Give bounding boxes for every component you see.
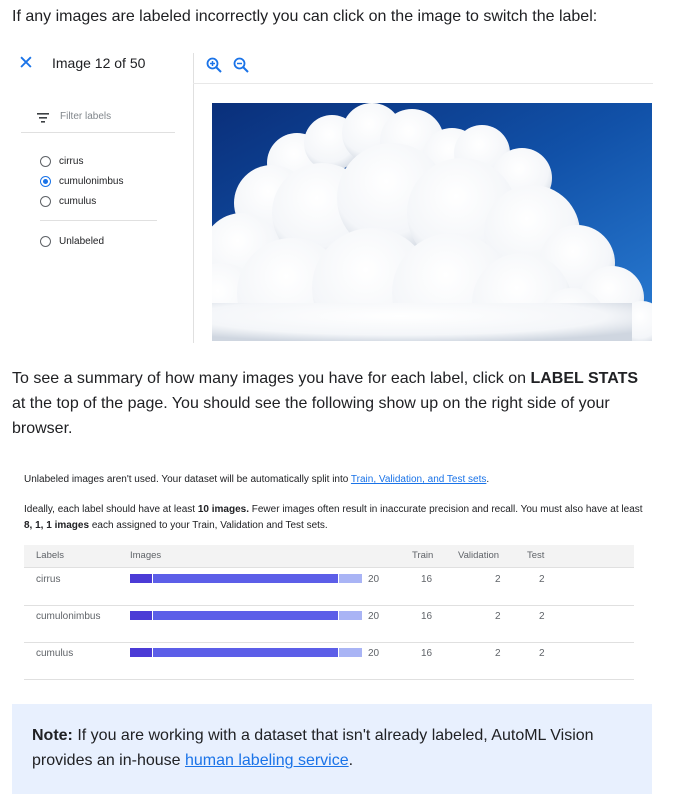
train-count: 16 bbox=[421, 648, 433, 659]
bar-segment-train bbox=[153, 574, 338, 583]
images-count: 20 bbox=[368, 611, 380, 622]
radio-unchecked[interactable] bbox=[40, 235, 51, 247]
train-count: 16 bbox=[421, 611, 433, 622]
note-body-end: . bbox=[348, 752, 354, 769]
stats-bold: 10 images. bbox=[197, 504, 249, 515]
radio-unchecked[interactable] bbox=[40, 195, 51, 207]
note-box: Note: If you are working with a dataset … bbox=[12, 704, 652, 794]
zoom-in-icon[interactable] bbox=[205, 56, 223, 74]
stats-text: Unlabeled images aren't used. Your datas… bbox=[24, 474, 351, 485]
human-labeling-link[interactable]: human labeling service bbox=[185, 752, 349, 769]
bar-segment-train-dark bbox=[130, 648, 152, 657]
split-sets-link[interactable]: Train, Validation, and Test sets bbox=[351, 474, 486, 485]
filter-icon bbox=[37, 113, 49, 123]
cloud-image[interactable] bbox=[212, 103, 652, 341]
stats-table-header: Labels Images Train Validation Test bbox=[24, 545, 634, 568]
validation-count: 2 bbox=[495, 648, 501, 659]
bar-segment-rest bbox=[339, 611, 362, 620]
row-label: cumulonimbus bbox=[36, 611, 101, 622]
label-option-unlabeled[interactable]: Unlabeled bbox=[40, 234, 104, 248]
col-train: Train bbox=[412, 550, 434, 561]
bar-segment-train-dark bbox=[130, 574, 152, 583]
images-count: 20 bbox=[368, 648, 380, 659]
test-count: 2 bbox=[539, 611, 545, 622]
test-count: 2 bbox=[539, 574, 545, 585]
stats-text: Fewer images often result in inaccurate … bbox=[248, 504, 643, 515]
radio-unchecked[interactable] bbox=[40, 155, 51, 167]
zoom-out-icon[interactable] bbox=[232, 56, 250, 74]
summary-text: at the top of the page. You should see t… bbox=[12, 395, 610, 437]
label-divider bbox=[40, 220, 157, 221]
note-label: Note: bbox=[32, 727, 73, 744]
toolbar-divider bbox=[193, 83, 653, 84]
col-labels: Labels bbox=[36, 550, 64, 561]
stats-bold: 8, 1, 1 images bbox=[24, 520, 90, 531]
close-icon[interactable]: ✕ bbox=[16, 54, 36, 74]
radio-checked[interactable] bbox=[40, 175, 51, 187]
bar-segment-train bbox=[153, 648, 338, 657]
stats-text: each assigned to your Train, Validation … bbox=[89, 520, 328, 531]
dialog-divider bbox=[193, 53, 194, 343]
bar-segment-train bbox=[153, 611, 338, 620]
bar-segment-rest bbox=[339, 574, 362, 583]
col-test: Test bbox=[527, 550, 545, 561]
table-row[interactable]: cumulus 20 16 2 2 bbox=[24, 642, 634, 680]
stats-requirements-note: Ideally, each label should have at least… bbox=[24, 502, 644, 534]
images-bar bbox=[130, 642, 362, 679]
row-label: cumulus bbox=[36, 648, 74, 659]
bar-segment-train-dark bbox=[130, 611, 152, 620]
images-count: 20 bbox=[368, 574, 380, 585]
stats-split-note: Unlabeled images aren't used. Your datas… bbox=[24, 474, 489, 485]
note-text: Note: If you are working with a dataset … bbox=[32, 723, 632, 773]
summary-text: To see a summary of how many images you … bbox=[12, 370, 531, 387]
images-bar bbox=[130, 568, 362, 605]
stats-text: Ideally, each label should have at least bbox=[24, 504, 198, 515]
col-validation: Validation bbox=[458, 550, 500, 561]
filter-labels-input[interactable]: Filter labels bbox=[60, 111, 111, 122]
label-option-text: cirrus bbox=[59, 155, 84, 167]
table-row[interactable]: cumulonimbus 20 16 2 2 bbox=[24, 605, 634, 643]
label-option-cirrus[interactable]: cirrus bbox=[40, 154, 83, 168]
train-count: 16 bbox=[421, 574, 433, 585]
label-option-cumulus[interactable]: cumulus bbox=[40, 194, 96, 208]
col-images: Images bbox=[130, 550, 162, 561]
stats-text: . bbox=[486, 474, 490, 485]
validation-count: 2 bbox=[495, 574, 501, 585]
images-bar bbox=[130, 605, 362, 642]
dialog-title: Image 12 of 50 bbox=[52, 55, 146, 71]
bar-segment-rest bbox=[339, 648, 362, 657]
label-option-cumulonimbus[interactable]: cumulonimbus bbox=[40, 174, 123, 188]
summary-paragraph: To see a summary of how many images you … bbox=[12, 366, 652, 441]
label-stats-text: LABEL STATS bbox=[530, 370, 639, 387]
table-row[interactable]: cirrus 20 16 2 2 bbox=[24, 568, 634, 606]
validation-count: 2 bbox=[495, 611, 501, 622]
row-label: cirrus bbox=[36, 574, 61, 585]
label-option-text: Unlabeled bbox=[59, 235, 105, 247]
test-count: 2 bbox=[539, 648, 545, 659]
intro-paragraph: If any images are labeled incorrectly yo… bbox=[12, 8, 598, 25]
label-option-text: cumulus bbox=[59, 195, 97, 207]
filter-underline bbox=[21, 132, 175, 133]
label-option-text: cumulonimbus bbox=[59, 175, 124, 187]
